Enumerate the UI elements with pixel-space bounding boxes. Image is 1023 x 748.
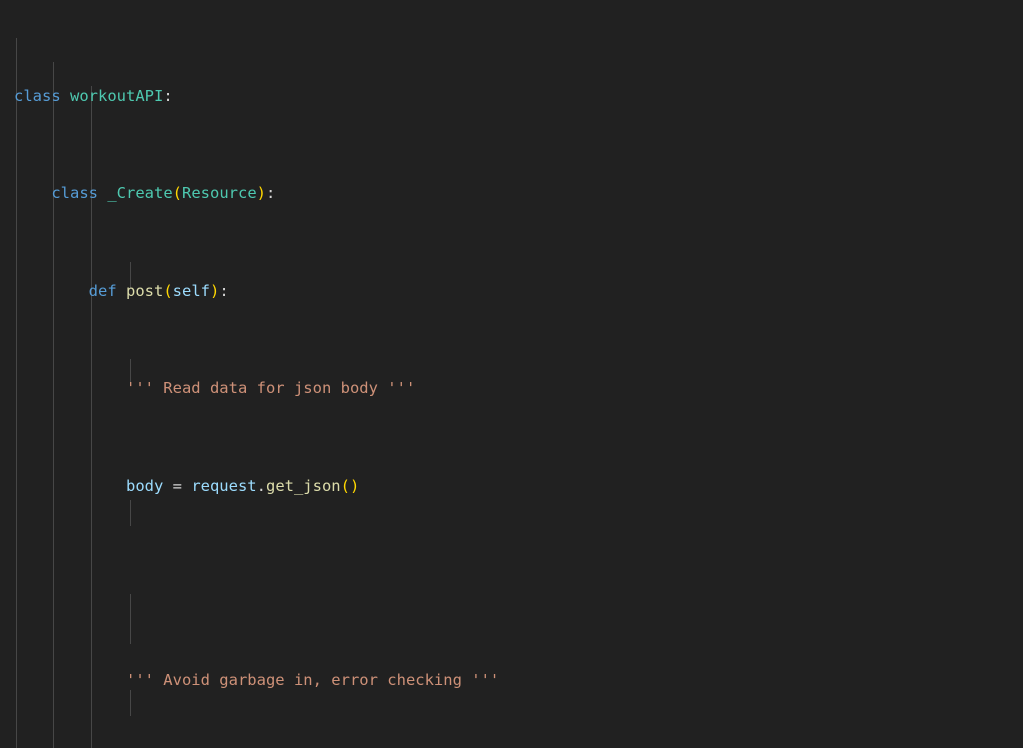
code-line[interactable]: ''' Avoid garbage in, error checking ''' — [0, 668, 1023, 692]
docstring-avoid-garbage: ''' Avoid garbage in, error checking ''' — [125, 671, 500, 690]
keyword-class: class — [14, 87, 61, 106]
base-class-resource: Resource — [182, 184, 257, 203]
code-line[interactable]: ''' Read data for json body ''' — [0, 376, 1023, 400]
code-line[interactable]: class _Create(Resource): — [0, 181, 1023, 205]
class-name-workoutapi: workoutAPI — [70, 87, 164, 106]
fn-get-json: get_json — [265, 476, 341, 495]
paren-close: ) — [256, 184, 267, 203]
method-name-post: post — [126, 281, 164, 300]
keyword-def: def — [88, 281, 117, 300]
class-name-create: _Create — [107, 184, 173, 203]
var-body: body — [125, 476, 164, 495]
code-line[interactable]: def post(self): — [0, 279, 1023, 303]
object-request: request — [191, 476, 257, 495]
paren-open: ( — [172, 184, 183, 203]
code-line[interactable]: body = request.get_json() — [0, 474, 1023, 498]
docstring-read-body: ''' Read data for json body ''' — [125, 379, 416, 398]
keyword-class: class — [51, 184, 98, 203]
code-content[interactable]: class workoutAPI: class _Create(Resource… — [0, 11, 1023, 748]
code-line[interactable]: class workoutAPI: — [0, 84, 1023, 108]
code-editor[interactable]: class workoutAPI: class _Create(Resource… — [0, 0, 1023, 748]
param-self: self — [172, 281, 210, 300]
